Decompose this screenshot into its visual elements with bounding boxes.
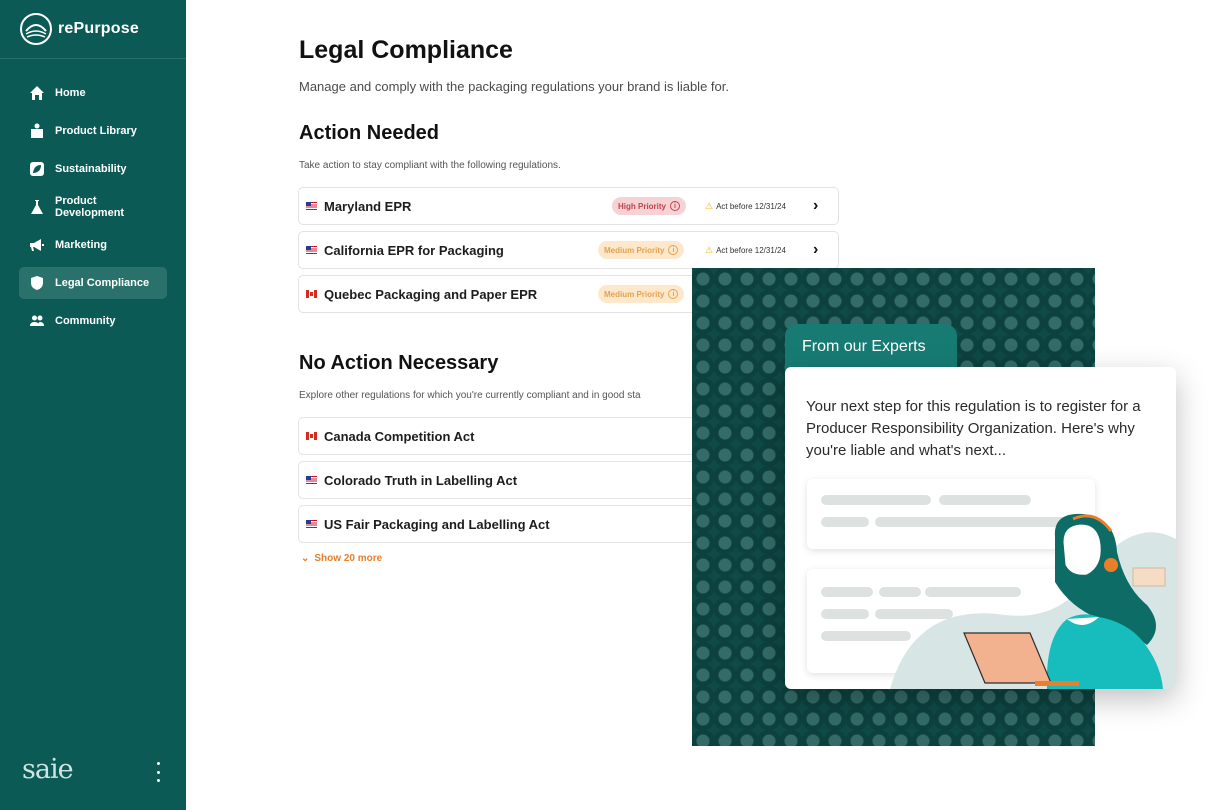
priority-badge: High Priority i [612,197,687,215]
deadline: ⚠ Act before 12/31/24 [705,201,786,212]
regulation-name: Quebec Packaging and Paper EPR [324,286,538,302]
sidebar-item-product-library[interactable]: Product Library [19,115,167,147]
no-action-description: Explore other regulations for which you'… [299,390,641,401]
page-subtitle: Manage and comply with the packaging reg… [299,79,729,94]
page-title: Legal Compliance [299,36,513,64]
sidebar-item-label: Product Development [55,195,125,219]
action-needed-title: Action Needed [299,122,440,144]
skeleton-bar [821,495,931,505]
brand-logo-icon [20,13,52,45]
skeleton-bar [821,609,869,619]
sidebar-item-legal-compliance[interactable]: Legal Compliance [19,267,167,299]
show-more-label: Show 20 more [314,553,383,564]
us-flag-icon [306,246,317,254]
no-action-title: No Action Necessary [299,352,499,374]
sidebar-item-label: Product Library [55,125,137,137]
regulation-row[interactable]: California EPR for Packaging Medium Prio… [298,231,839,269]
deadline-text: Act before 12/31/24 [716,201,786,211]
ca-flag-icon [306,432,317,440]
support-agent-illustration [890,513,1176,689]
sidebar-item-label: Community [55,315,116,327]
info-icon[interactable]: i [668,289,679,299]
sidebar-nav: Home Product Library Sustainability Prod… [19,77,167,343]
info-icon[interactable]: i [668,245,679,255]
people-icon [29,313,45,329]
priority-label: High Priority [618,201,667,211]
brand[interactable]: rePurpose [20,12,139,46]
sidebar-divider [0,58,186,59]
regulation-name: Maryland EPR [324,198,412,214]
sidebar-item-marketing[interactable]: Marketing [19,229,167,261]
chevron-down-icon: ⌄ [301,553,310,564]
more-options-icon[interactable] [150,762,166,782]
brand-name: rePurpose [58,20,139,37]
us-flag-icon [306,520,317,528]
skeleton-bar [821,587,873,597]
sidebar-item-label: Home [55,87,86,99]
priority-badge: Medium Priority i [598,285,685,303]
ca-flag-icon [306,290,317,298]
us-flag-icon [306,202,317,210]
info-icon[interactable]: i [670,201,681,211]
leaf-icon [29,161,45,177]
chevron-right-icon[interactable]: › [813,241,818,259]
sidebar-item-product-development[interactable]: Product Development [19,191,167,223]
priority-label: Medium Priority [604,289,665,299]
megaphone-icon [29,237,45,253]
regulation-row[interactable]: Maryland EPR High Priority i ⚠ Act before… [298,187,839,225]
flask-icon [29,199,45,215]
home-icon [29,85,45,101]
skeleton-bar [939,495,1031,505]
show-more-link[interactable]: ⌄ Show 20 more [301,553,382,564]
shield-icon [29,275,45,291]
regulation-name: Colorado Truth in Labelling Act [324,472,518,488]
expert-message: Your next step for this regulation is to… [806,398,1141,459]
sidebar-item-label: Sustainability [55,163,127,175]
experts-tab: From our Experts [785,324,957,370]
deadline: ⚠ Act before 12/31/24 [705,245,786,256]
regulation-name: California EPR for Packaging [324,242,504,258]
box-icon [29,123,45,139]
footer-logo: saie [22,754,74,785]
sidebar-item-community[interactable]: Community [19,305,167,337]
sidebar-item-label: Marketing [55,239,107,251]
chevron-right-icon[interactable]: › [813,197,818,215]
sidebar: rePurpose Home Product Library Sustainab… [0,0,186,810]
us-flag-icon [306,476,317,484]
sidebar-item-sustainability[interactable]: Sustainability [19,153,167,185]
expert-card: Your next step for this regulation is to… [785,367,1176,689]
warning-icon: ⚠ [705,200,714,211]
deadline-text: Act before 12/31/24 [716,245,786,255]
regulation-name: Canada Competition Act [324,428,475,444]
sidebar-item-home[interactable]: Home [19,77,167,109]
sidebar-item-label: Legal Compliance [55,277,150,289]
regulation-name: US Fair Packaging and Labelling Act [324,516,550,532]
skeleton-bar [821,517,869,527]
warning-icon: ⚠ [705,244,714,255]
priority-badge: Medium Priority i [598,241,685,259]
action-needed-description: Take action to stay compliant with the f… [299,160,561,171]
priority-label: Medium Priority [604,245,665,255]
